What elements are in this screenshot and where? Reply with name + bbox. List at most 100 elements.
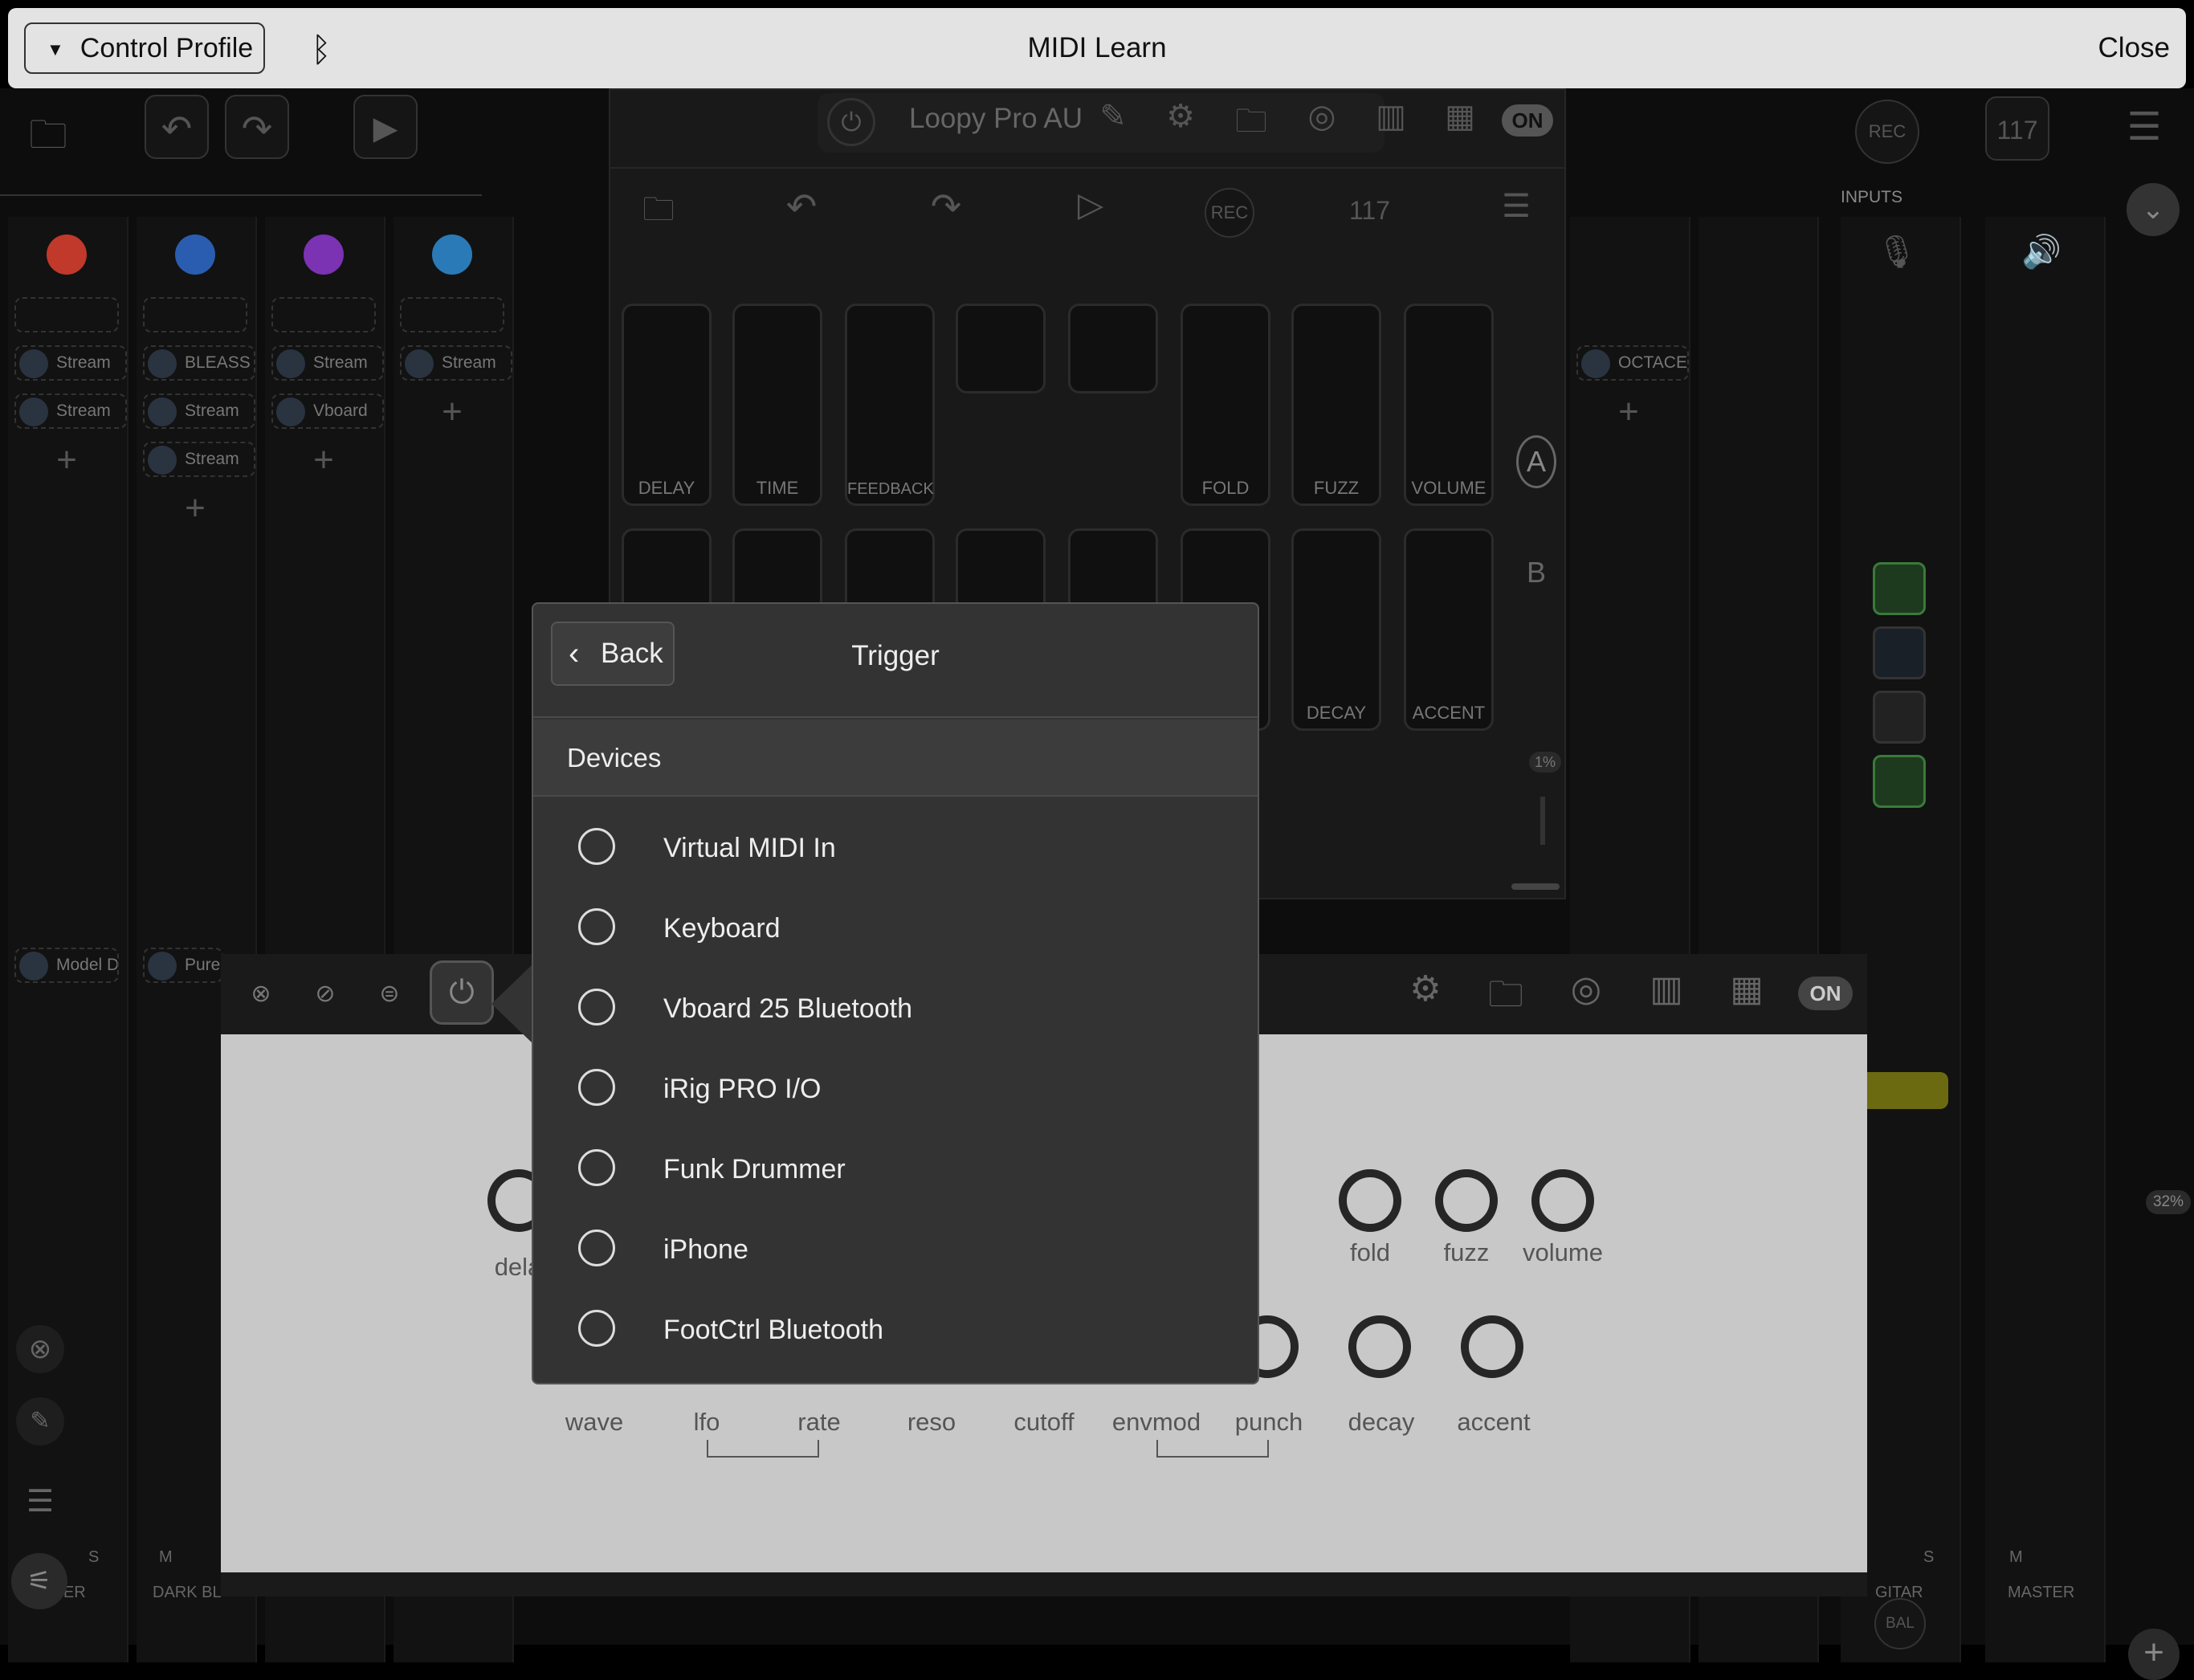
undo-icon[interactable]: ↶	[777, 185, 826, 228]
arrow-right-button[interactable]	[1068, 304, 1158, 393]
tempo-button[interactable]: 117	[1985, 96, 2049, 161]
redo-button[interactable]: ↷	[225, 95, 289, 159]
power-icon[interactable]: ⏻	[827, 98, 875, 146]
channel-color-dot[interactable]	[432, 234, 472, 275]
device-option[interactable]: iPhone	[533, 1209, 1258, 1290]
effect-slot-icon[interactable]	[1873, 755, 1926, 808]
solo-button[interactable]: S	[1923, 1548, 1934, 1567]
keyboard-icon[interactable]: ▥	[1642, 968, 1690, 1009]
fuzz-knob[interactable]	[1435, 1169, 1498, 1232]
arrow-left-button[interactable]	[956, 304, 1046, 393]
accent-knob[interactable]	[1461, 1315, 1523, 1378]
device-option[interactable]: Keyboard	[533, 888, 1258, 968]
channel-color-dot[interactable]	[304, 234, 344, 275]
add-plugin-button[interactable]: +	[175, 488, 215, 528]
resize-handle[interactable]	[1511, 883, 1560, 890]
empty-slot[interactable]	[143, 297, 247, 332]
radio-button[interactable]	[578, 1310, 615, 1347]
empty-slot[interactable]	[14, 297, 119, 332]
mute-button[interactable]: M	[159, 1548, 173, 1567]
play-button[interactable]: ▶	[353, 95, 418, 159]
list-icon[interactable]: ☰	[16, 1478, 64, 1526]
tempo-label[interactable]: 117	[1349, 196, 1390, 226]
plugin-chip[interactable]: Stream	[14, 345, 127, 381]
gear-icon[interactable]: ⚙	[1158, 98, 1203, 135]
grid-icon[interactable]: ▦	[1723, 968, 1771, 1009]
close-icon[interactable]: ⊗	[16, 1325, 64, 1373]
empty-slot[interactable]	[271, 297, 376, 332]
menu-icon[interactable]: ☰	[1492, 188, 1540, 225]
add-channel-button[interactable]: +	[2128, 1629, 2180, 1680]
device-option[interactable]: Virtual MIDI In	[533, 808, 1258, 888]
back-button[interactable]: ‹ Back	[551, 622, 675, 686]
control-pad[interactable]: FUZZ	[1291, 304, 1381, 506]
keyboard-icon[interactable]: ▥	[1368, 98, 1413, 135]
balance-knob[interactable]: BAL	[1874, 1598, 1926, 1649]
redo-icon[interactable]: ↷	[922, 185, 970, 228]
pencil-icon[interactable]: ✎	[16, 1397, 64, 1446]
plugin-chip[interactable]: Pure	[143, 948, 223, 983]
radio-button[interactable]	[578, 1149, 615, 1186]
plugin-chip[interactable]: BLEASS	[143, 345, 255, 381]
effect-slot-icon[interactable]	[1873, 691, 1926, 744]
effect-slot-icon[interactable]	[1873, 626, 1926, 679]
radio-button[interactable]	[578, 1229, 615, 1266]
channel-color-dot[interactable]	[175, 234, 215, 275]
decay-knob[interactable]	[1348, 1315, 1411, 1378]
control-pad[interactable]: FOLD	[1181, 304, 1270, 506]
radio-button[interactable]	[578, 828, 615, 865]
add-plugin-button[interactable]: +	[304, 440, 344, 480]
undo-button[interactable]: ↶	[145, 95, 209, 159]
control-pad[interactable]: FEEDBACK	[845, 304, 935, 506]
solo-button[interactable]: S	[88, 1548, 99, 1567]
menu-icon[interactable]: ☰	[2120, 104, 2168, 149]
control-pad[interactable]: DECAY	[1291, 528, 1381, 731]
device-option[interactable]: Vboard 25 Bluetooth	[533, 968, 1258, 1049]
bank-b-button[interactable]: B	[1516, 556, 1556, 589]
empty-slot[interactable]	[400, 297, 504, 332]
play-icon[interactable]: ▷	[1066, 185, 1115, 224]
bank-a-button[interactable]: A	[1516, 435, 1556, 488]
minimize-icon[interactable]: ⊜	[373, 978, 406, 1010]
plugin-chip[interactable]: Stream	[14, 393, 127, 429]
midi-icon[interactable]: ◎	[1299, 98, 1344, 135]
device-option[interactable]: FootCtrl Bluetooth	[533, 1290, 1258, 1370]
plugin-chip[interactable]: Stream	[400, 345, 512, 381]
radio-button[interactable]	[578, 989, 615, 1026]
folder-icon[interactable]: 🗀	[24, 108, 72, 173]
midi-icon[interactable]: ◎	[1562, 968, 1610, 1009]
rec-button[interactable]: REC	[1205, 188, 1254, 238]
plugin-chip[interactable]: Stream	[271, 345, 384, 381]
plugin-chip[interactable]: Vboard	[271, 393, 384, 429]
on-toggle[interactable]: ON	[1798, 977, 1853, 1010]
mute-button[interactable]: M	[2009, 1548, 2023, 1567]
add-plugin-button[interactable]: +	[432, 392, 472, 432]
close-icon[interactable]: ⊗	[245, 978, 277, 1010]
add-plugin-button[interactable]: +	[1609, 392, 1649, 432]
device-option[interactable]: Funk Drummer	[533, 1129, 1258, 1209]
on-toggle[interactable]: ON	[1502, 104, 1553, 137]
mixer-icon[interactable]: ⚟	[11, 1553, 67, 1609]
folder-icon[interactable]: 🗀	[634, 186, 683, 241]
scroll-bar[interactable]	[1540, 797, 1545, 845]
fold-knob[interactable]	[1339, 1169, 1401, 1232]
rec-button[interactable]: REC	[1855, 100, 1919, 164]
expand-icon[interactable]: ⊘	[309, 978, 341, 1010]
folder-icon[interactable]: 🗀	[1482, 968, 1530, 1029]
control-pad[interactable]: VOLUME	[1404, 304, 1494, 506]
power-icon[interactable]: ⏻	[430, 960, 494, 1025]
close-button[interactable]: Close	[2098, 24, 2170, 72]
gear-icon[interactable]: ⚙	[1401, 968, 1450, 1009]
channel-color-dot[interactable]	[47, 234, 87, 275]
control-pad[interactable]: TIME	[732, 304, 822, 506]
add-plugin-button[interactable]: +	[47, 440, 87, 480]
pencil-icon[interactable]: ✎	[1091, 98, 1136, 135]
plugin-chip[interactable]: OCTACE	[1576, 345, 1689, 381]
plugin-chip[interactable]: Model D	[14, 948, 119, 983]
grid-icon[interactable]: ▦	[1438, 98, 1482, 135]
radio-button[interactable]	[578, 1069, 615, 1106]
effect-slot-icon[interactable]	[1873, 562, 1926, 615]
plugin-chip[interactable]: Stream	[143, 393, 255, 429]
device-option[interactable]: iRig PRO I/O	[533, 1049, 1258, 1129]
volume-knob[interactable]	[1531, 1169, 1594, 1232]
